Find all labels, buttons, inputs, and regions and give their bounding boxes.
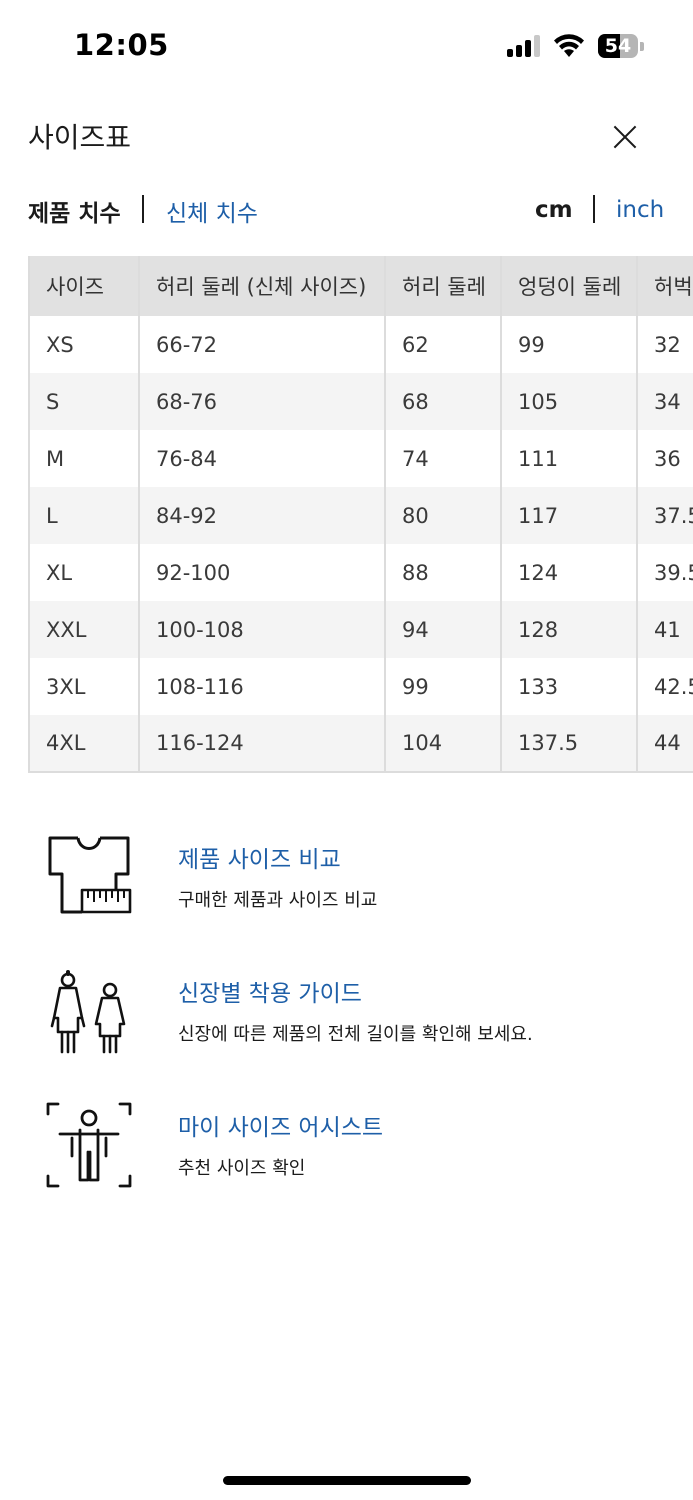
unit-inch[interactable]: inch — [616, 197, 664, 223]
table-cell: 32 — [637, 316, 693, 373]
link-subtitle: 구매한 제품과 사이즈 비교 — [178, 890, 378, 911]
table-cell: 74 — [385, 430, 502, 487]
table-cell: M — [28, 430, 140, 487]
table-cell: L — [28, 487, 140, 544]
battery-cap — [640, 42, 644, 51]
table-cell: 104 — [385, 715, 502, 773]
column-header: 허리 둘레 (신체 사이즈) — [139, 256, 386, 316]
table-cell: 4XL — [28, 715, 140, 773]
table-cell: 117 — [501, 487, 638, 544]
table-row: XXL 100-108 94 128 41 — [28, 601, 693, 658]
table-cell: 84-92 — [139, 487, 386, 544]
height-guide-icon — [50, 970, 126, 1054]
column-header: 엉덩이 둘레 — [501, 256, 638, 316]
link-title: 신장별 착용 가이드 — [178, 981, 362, 1007]
table-cell: 92-100 — [139, 544, 386, 601]
table-cell: XXL — [28, 601, 140, 658]
unit-divider — [593, 195, 595, 223]
body-scan-icon — [46, 1102, 132, 1188]
table-row: 4XL 116-124 104 137.5 44 — [28, 715, 693, 773]
table-cell: 68 — [385, 373, 502, 430]
table-cell: 3XL — [28, 658, 140, 715]
table-row: XL 92-100 88 124 39.5 — [28, 544, 693, 601]
unit-cm[interactable]: cm — [535, 197, 573, 223]
table-cell: 94 — [385, 601, 502, 658]
wifi-icon — [554, 34, 584, 57]
size-table: 사이즈 허리 둘레 (신체 사이즈) 허리 둘레 엉덩이 둘레 허벅지 둘레 X… — [28, 256, 693, 773]
table-row: M 76-84 74 111 36 — [28, 430, 693, 487]
table-row: XS 66-72 62 99 32 — [28, 316, 693, 373]
battery-level-text: 54 — [604, 35, 632, 57]
link-title: 마이 사이즈 어시스트 — [178, 1115, 384, 1141]
column-header: 사이즈 — [28, 256, 140, 316]
battery-icon: 54 — [598, 34, 638, 58]
close-button[interactable] — [608, 120, 642, 154]
table-cell: 128 — [501, 601, 638, 658]
height-guide-link[interactable]: 신장별 착용 가이드 신장에 따른 제품의 전체 길이를 확인해 보세요. — [0, 962, 693, 1072]
table-cell: 37.5 — [637, 487, 693, 544]
table-cell: 76-84 — [139, 430, 386, 487]
table-cell: 68-76 — [139, 373, 386, 430]
tab-body-dimensions[interactable]: 신체 치수 — [166, 194, 258, 228]
table-cell: 133 — [501, 658, 638, 715]
status-time: 12:05 — [74, 28, 169, 62]
column-header: 허벅지 둘레 — [637, 256, 693, 316]
product-size-compare-link[interactable]: 제품 사이즈 비교 구매한 제품과 사이즈 비교 — [0, 828, 693, 938]
table-cell: 111 — [501, 430, 638, 487]
table-cell: 100-108 — [139, 601, 386, 658]
table-cell: 137.5 — [501, 715, 638, 773]
table-cell: 39.5 — [637, 544, 693, 601]
table-row: 3XL 108-116 99 133 42.5 — [28, 658, 693, 715]
table-cell: 108-116 — [139, 658, 386, 715]
table-cell: XL — [28, 544, 140, 601]
table-cell: 36 — [637, 430, 693, 487]
table-cell: 99 — [501, 316, 638, 373]
table-cell: XS — [28, 316, 140, 373]
table-cell: S — [28, 373, 140, 430]
tshirt-ruler-icon — [48, 836, 132, 914]
table-row: L 84-92 80 117 37.5 — [28, 487, 693, 544]
table-cell: 124 — [501, 544, 638, 601]
table-cell: 62 — [385, 316, 502, 373]
table-header-row: 사이즈 허리 둘레 (신체 사이즈) 허리 둘레 엉덩이 둘레 허벅지 둘레 — [28, 256, 693, 316]
page-title: 사이즈표 — [28, 121, 132, 154]
tab-divider — [142, 195, 144, 223]
table-cell: 105 — [501, 373, 638, 430]
link-title: 제품 사이즈 비교 — [178, 847, 341, 873]
size-table-container[interactable]: 사이즈 허리 둘레 (신체 사이즈) 허리 둘레 엉덩이 둘레 허벅지 둘레 X… — [28, 256, 693, 773]
table-cell: 66-72 — [139, 316, 386, 373]
table-cell: 41 — [637, 601, 693, 658]
table-cell: 44 — [637, 715, 693, 773]
table-cell: 88 — [385, 544, 502, 601]
home-indicator[interactable] — [223, 1476, 471, 1485]
table-cell: 99 — [385, 658, 502, 715]
table-cell: 42.5 — [637, 658, 693, 715]
link-subtitle: 신장에 따른 제품의 전체 길이를 확인해 보세요. — [178, 1024, 533, 1045]
table-row: S 68-76 68 105 34 — [28, 373, 693, 430]
table-cell: 80 — [385, 487, 502, 544]
link-subtitle: 추천 사이즈 확인 — [178, 1158, 306, 1179]
table-cell: 116-124 — [139, 715, 386, 773]
column-header: 허리 둘레 — [385, 256, 502, 316]
status-bar: 12:05 54 — [0, 0, 693, 92]
table-cell: 34 — [637, 373, 693, 430]
my-size-assist-link[interactable]: 마이 사이즈 어시스트 추천 사이즈 확인 — [0, 1096, 693, 1206]
tab-product-dimensions[interactable]: 제품 치수 — [28, 194, 121, 228]
signal-icon — [507, 35, 543, 57]
